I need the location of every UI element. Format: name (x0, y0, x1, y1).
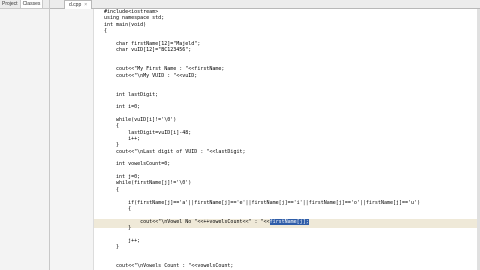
code-line[interactable]: cout<<"\nVowels Count : "<<vowelsCount; (104, 263, 233, 269)
file-tabbar: d.cpp × (50, 0, 480, 9)
code-line[interactable]: int main(void) (104, 22, 146, 28)
code-line[interactable]: if(firstName[j]=='a'||firstName[j]=='e'|… (104, 200, 420, 206)
close-icon[interactable]: × (84, 2, 87, 8)
code-editor: d.cpp× 1#include<iostream>2using namespa… (50, 0, 480, 270)
code-line[interactable]: } (104, 244, 119, 250)
project-panel: Project Classes (0, 0, 50, 270)
tab-project[interactable]: Project (0, 0, 21, 8)
code-line[interactable]: { (104, 28, 107, 34)
selected-text[interactable]: firstName[j]; (269, 218, 309, 225)
code-line[interactable]: cout<<"\nMy VUID : "<<vuID; (104, 73, 197, 79)
code-line[interactable]: int lastDigit; (104, 92, 158, 98)
tab-classes[interactable]: Classes (20, 0, 44, 8)
code-line[interactable]: { (104, 206, 131, 212)
panel-tabs: Project Classes (0, 0, 49, 9)
code-line[interactable]: } (104, 225, 131, 231)
code-line[interactable]: { (104, 187, 119, 193)
code-area[interactable]: 1#include<iostream>2using namespace std;… (94, 9, 480, 270)
code-line[interactable]: int i=0; (104, 104, 140, 110)
code-line[interactable]: int vowelsCount=0; (104, 161, 170, 167)
file-tab[interactable]: d.cpp × (64, 0, 93, 9)
code-line[interactable]: cout<<"\nVowel No "<<++vowelsCount<<" : … (104, 218, 309, 225)
code-line[interactable]: char vuID[12]="BC123456"; (104, 47, 191, 53)
file-tab-label: d.cpp (69, 2, 82, 8)
code-line[interactable]: cout<<"\nLast digit of VUID : "<<lastDig… (104, 149, 245, 155)
line-number-gutter (50, 9, 94, 270)
